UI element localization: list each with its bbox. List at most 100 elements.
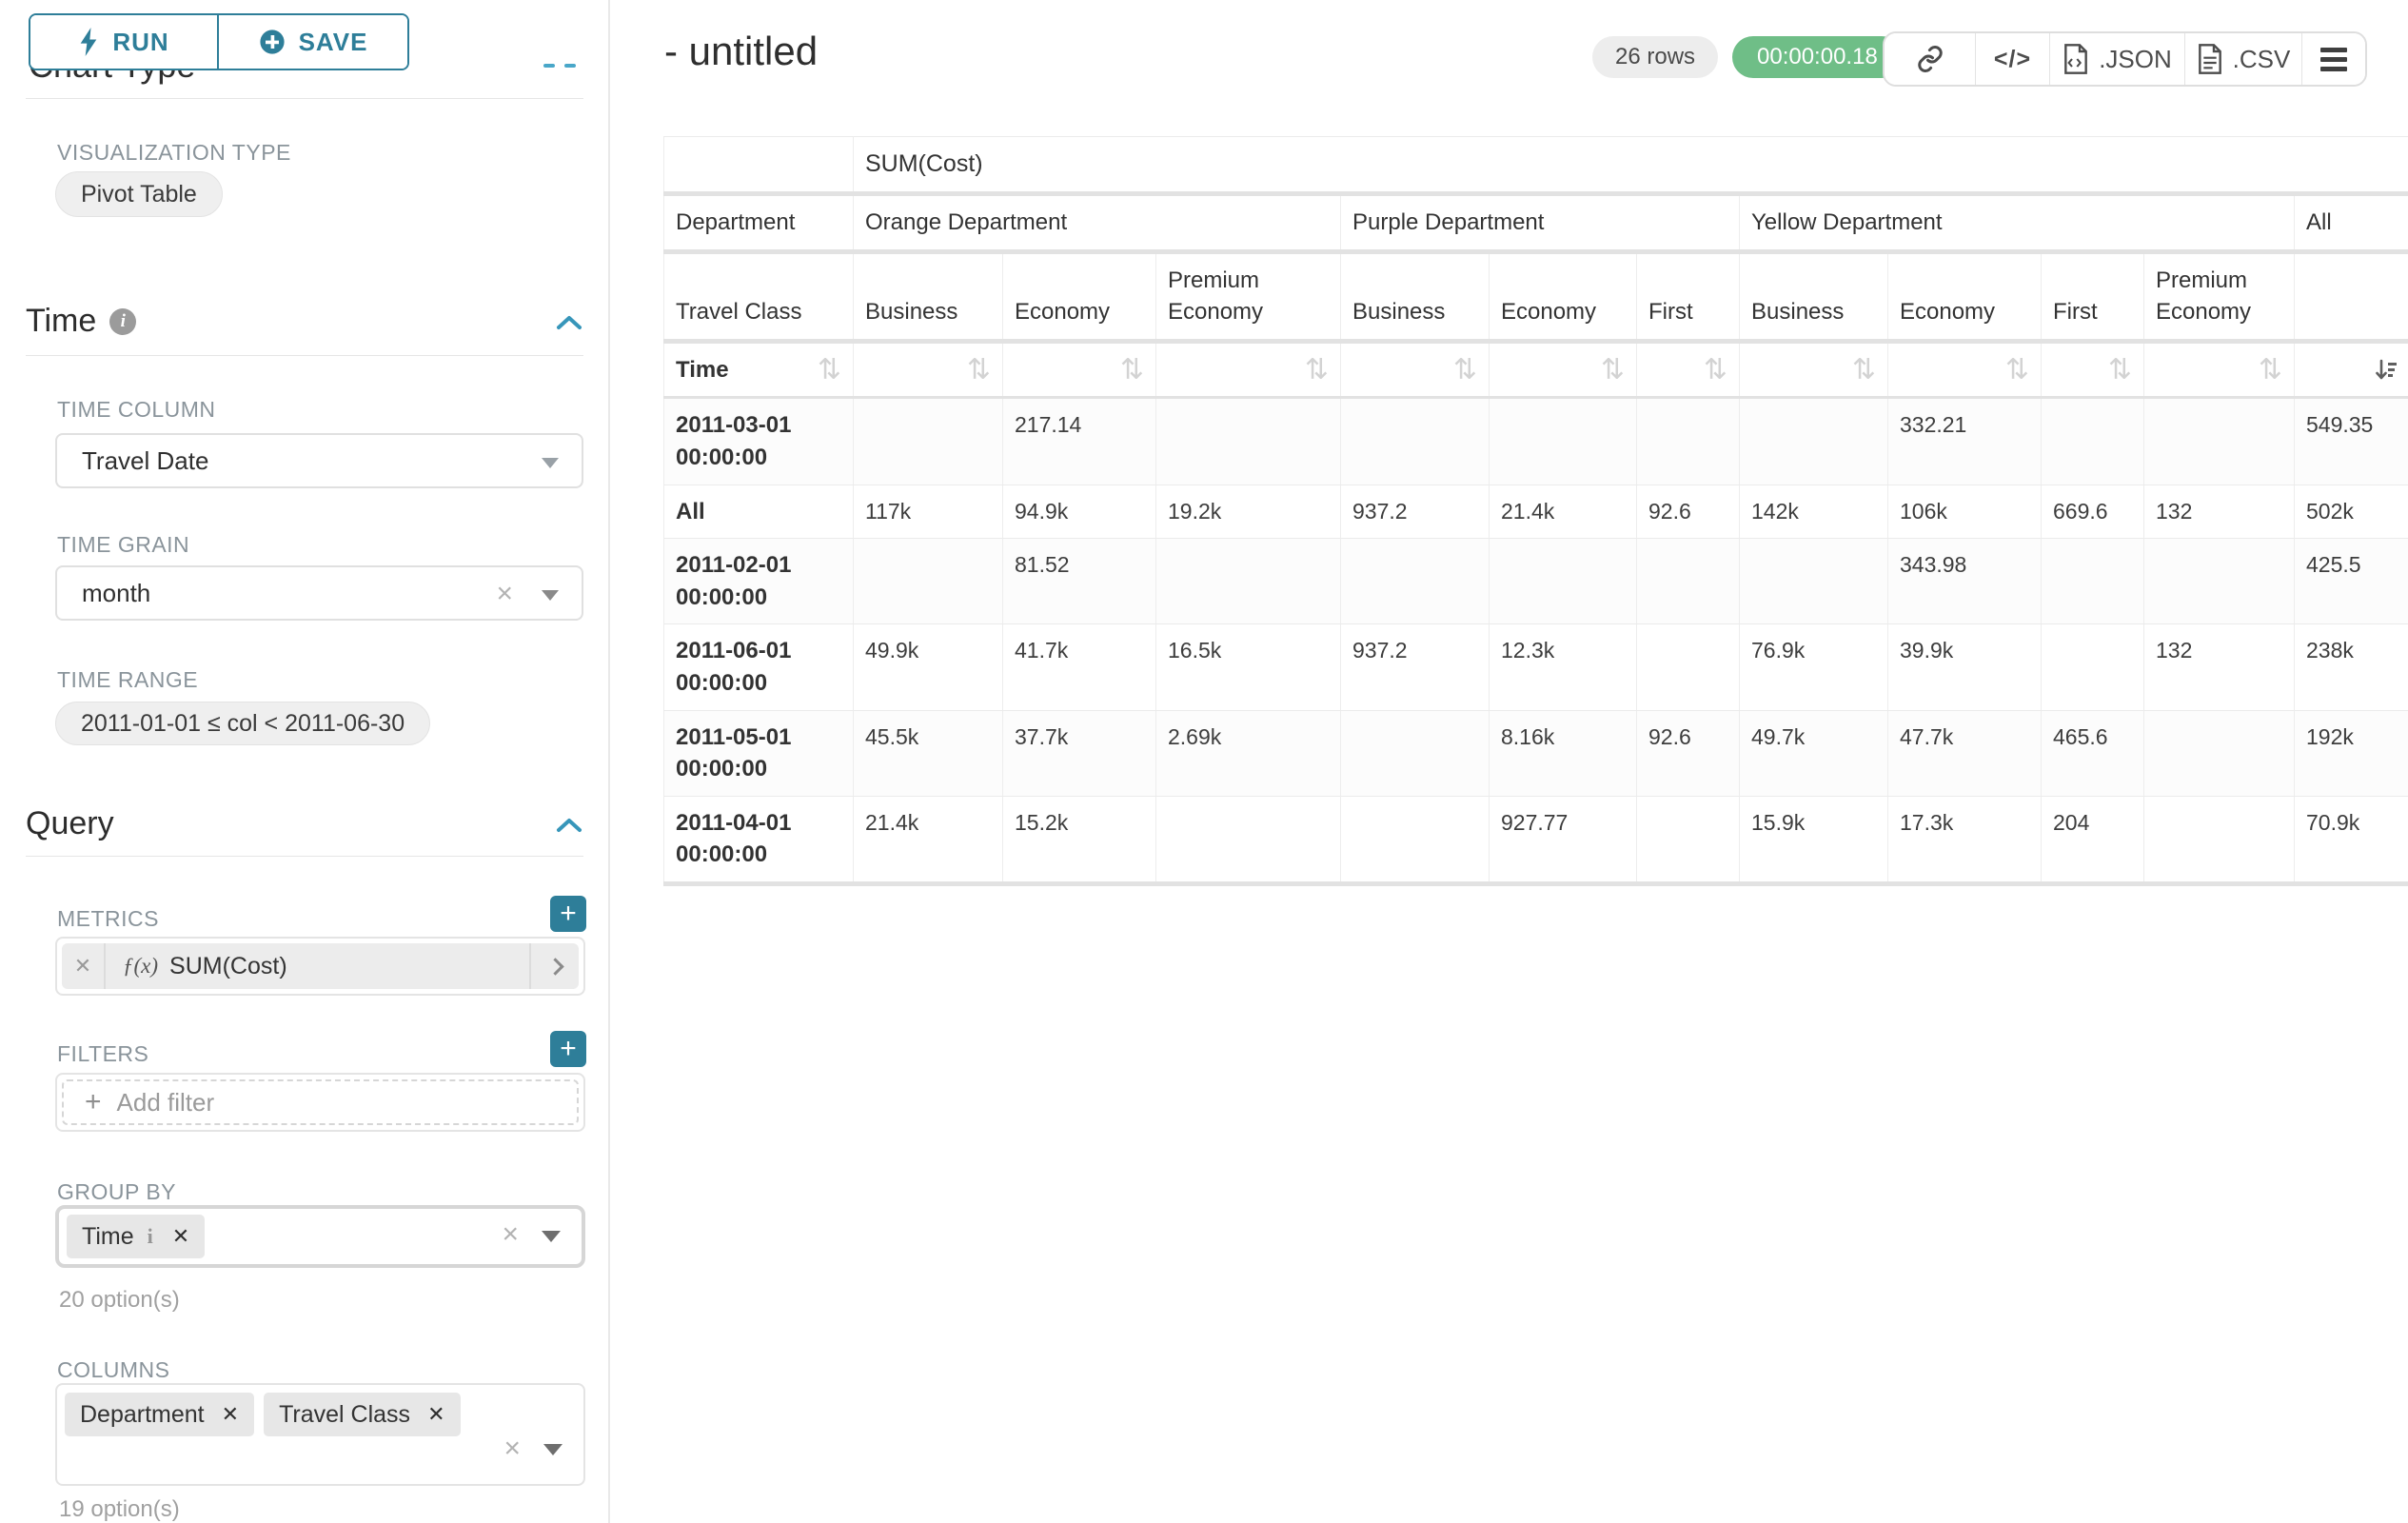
dimension-chip[interactable]: Travel Class✕ (264, 1393, 460, 1436)
query-section-header: Query (26, 805, 114, 842)
pivot-cell: 937.2 (1341, 624, 1490, 710)
pivot-cell (1740, 539, 1888, 624)
sort-icon[interactable]: ⇅ (1305, 356, 1329, 385)
add-filter-button[interactable]: + Add filter (62, 1079, 579, 1125)
pivot-cell: 937.2 (1341, 485, 1490, 539)
clear-icon[interactable]: × (496, 580, 513, 608)
pivot-cell (1156, 796, 1341, 883)
export-json-button[interactable]: .JSON (2049, 33, 2184, 85)
time-range-pill[interactable]: 2011-01-01 ≤ col < 2011-06-30 (55, 702, 430, 745)
pivot-cell (2144, 539, 2295, 624)
run-button[interactable]: RUN (30, 15, 219, 69)
chart-title[interactable]: - untitled (664, 29, 818, 74)
expand-metric-button[interactable] (529, 943, 579, 989)
remove-chip-icon[interactable]: ✕ (222, 1402, 239, 1427)
pivot-cell (1740, 398, 1888, 485)
remove-chip-icon[interactable]: ✕ (427, 1402, 444, 1427)
sort-descending-icon[interactable] (2373, 357, 2399, 384)
control-panel: Chart Type RUN SAVE VISUALIZATION TYPE P… (0, 0, 610, 1523)
pivot-cell: 465.6 (2042, 710, 2144, 796)
filters-field: + Add filter (55, 1073, 585, 1132)
pivot-cell: 81.52 (1003, 539, 1156, 624)
sort-icon[interactable]: ⇅ (2108, 356, 2132, 385)
save-button[interactable]: SAVE (219, 15, 407, 69)
pivot-table-container: SUM(Cost)DepartmentOrange DepartmentPurp… (663, 136, 2408, 886)
pivot-cell: 12.3k (1490, 624, 1637, 710)
travel-class-header: Economy (1888, 251, 2042, 341)
menu-button[interactable] (2301, 33, 2365, 85)
pivot-cell (1156, 539, 1341, 624)
sort-icon[interactable]: ⇅ (1704, 356, 1727, 385)
pivot-data-row: 2011-05-01 00:00:0045.5k37.7k2.69k8.16k9… (664, 710, 2408, 796)
pivot-cell (2144, 398, 2295, 485)
columns-chips: Department✕Travel Class✕ (65, 1393, 461, 1436)
pivot-cell (2042, 398, 2144, 485)
department-group-header: Purple Department (1341, 194, 1740, 252)
share-link-button[interactable] (1885, 33, 1975, 85)
export-csv-button[interactable]: .CSV (2184, 33, 2301, 85)
sort-icon[interactable]: ⇅ (1120, 356, 1144, 385)
viz-type-pill[interactable]: Pivot Table (55, 171, 223, 217)
dimension-chip[interactable]: Department✕ (65, 1393, 254, 1436)
sort-icon[interactable]: ⇅ (1852, 356, 1876, 385)
sort-header-cell: ⇅ (1637, 341, 1740, 398)
metric-chip[interactable]: ✕ ƒ(x) SUM(Cost) (62, 943, 579, 989)
columns-label: COLUMNS (57, 1357, 170, 1383)
chevron-down-icon[interactable] (543, 1444, 563, 1455)
chevron-down-icon[interactable] (542, 1231, 561, 1242)
sort-icon[interactable]: ⇅ (1453, 356, 1477, 385)
metrics-label: METRICS (57, 906, 159, 932)
sort-icon[interactable]: ⇅ (818, 356, 841, 385)
pivot-cell: 19.2k (1156, 485, 1341, 539)
time-section-header: Time i (26, 303, 136, 340)
add-metric-button[interactable]: + (550, 896, 586, 932)
remove-metric-icon[interactable]: ✕ (62, 943, 106, 989)
clear-icon[interactable]: × (503, 1434, 521, 1463)
hamburger-icon (2320, 48, 2347, 71)
pivot-cell (1156, 398, 1341, 485)
function-icon: ƒ(x) (123, 954, 158, 979)
sort-header-cell (2295, 341, 2408, 398)
pivot-data-row: 2011-04-01 00:00:0021.4k15.2k927.7715.9k… (664, 796, 2408, 883)
plus-icon: + (85, 1086, 102, 1118)
lightning-icon (78, 28, 99, 56)
travel-class-header (2295, 251, 2408, 341)
divider (26, 355, 583, 356)
pivot-cell: 204 (2042, 796, 2144, 883)
scrolled-icon-fragment (564, 64, 576, 68)
dimension-chip[interactable]: Timei✕ (67, 1215, 205, 1258)
collapse-time-chevron-icon[interactable] (556, 314, 582, 331)
sort-icon[interactable]: ⇅ (1601, 356, 1625, 385)
group-by-select[interactable]: Timei✕ × (55, 1205, 585, 1268)
travel-class-dim-header: Travel Class (664, 251, 854, 341)
sort-icon[interactable]: ⇅ (2259, 356, 2282, 385)
pivot-cell (1637, 539, 1740, 624)
view-query-button[interactable]: </> (1975, 33, 2049, 85)
sort-icon[interactable]: ⇅ (2005, 356, 2029, 385)
pivot-cell (2144, 710, 2295, 796)
pivot-cell: 49.9k (854, 624, 1003, 710)
clear-icon[interactable]: × (502, 1220, 519, 1249)
pivot-cell (1341, 398, 1490, 485)
department-group-header: All (2295, 194, 2408, 252)
add-filter-plus-button[interactable]: + (550, 1031, 586, 1067)
pivot-cell: 927.77 (1490, 796, 1637, 883)
remove-chip-icon[interactable]: ✕ (172, 1224, 189, 1249)
columns-select[interactable]: Department✕Travel Class✕ × (55, 1383, 585, 1486)
pivot-cell (854, 539, 1003, 624)
pivot-cell: 549.35 (2295, 398, 2408, 485)
sort-icon[interactable]: ⇅ (967, 356, 991, 385)
pivot-cell: 142k (1740, 485, 1888, 539)
collapse-query-chevron-icon[interactable] (556, 817, 582, 834)
travel-class-header: Premium Economy (1156, 251, 1341, 341)
time-column-select[interactable]: Travel Date (55, 433, 583, 488)
divider (26, 856, 583, 857)
pivot-row-label: 2011-02-01 00:00:00 (664, 539, 854, 624)
metrics-field: ✕ ƒ(x) SUM(Cost) (55, 937, 585, 996)
group-by-chips: Timei✕ (67, 1215, 205, 1258)
pivot-cell: 425.5 (2295, 539, 2408, 624)
pivot-cell: 2.69k (1156, 710, 1341, 796)
time-grain-select[interactable]: month × (55, 565, 583, 621)
code-icon: </> (1994, 46, 2031, 73)
sort-header-cell: ⇅ (1156, 341, 1341, 398)
